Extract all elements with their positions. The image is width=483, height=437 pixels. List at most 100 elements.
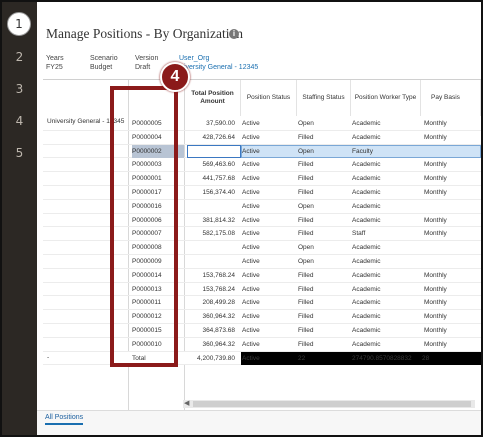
worker-type-cell[interactable]: Academic — [352, 131, 422, 145]
staffing-status-cell[interactable]: Filled — [298, 214, 348, 228]
table-row[interactable]: P0000001 441,757.68 Active Filled Academic Mo… — [43, 172, 481, 186]
total-amount-cell[interactable]: 569,463.60 — [185, 158, 237, 172]
total-amount-cell[interactable]: 156,374.40 — [185, 186, 237, 200]
table-row[interactable]: P0000014 153,768.24 Active Filled Academic Mo… — [43, 269, 481, 283]
staffing-status-cell[interactable]: Open — [298, 255, 348, 269]
staffing-status-cell[interactable]: Open — [298, 117, 348, 131]
staffing-status-cell[interactable]: Filled — [298, 186, 348, 200]
pay-basis-cell[interactable]: Monthly — [422, 131, 481, 145]
worker-type-cell[interactable]: Academic — [352, 338, 422, 352]
table-row[interactable]: P0000002 Active Open Faculty — [43, 144, 481, 159]
pay-basis-cell[interactable]: Monthly — [422, 186, 481, 200]
worker-type-cell[interactable]: Academic — [352, 296, 422, 310]
total-amount-cell[interactable]: 153,768.24 — [185, 269, 237, 283]
staffing-status-cell[interactable]: Filled — [298, 310, 348, 324]
staffing-status-cell[interactable]: Filled — [298, 269, 348, 283]
table-row[interactable]: P0000005 37,590.00 Active Open Academic Month… — [43, 117, 481, 131]
staffing-status-cell[interactable]: Open — [298, 145, 348, 159]
scroll-left-icon[interactable]: ◀ — [184, 399, 189, 407]
table-row[interactable]: P0000017 156,374.40 Active Filled Academic Mo… — [43, 186, 481, 200]
staffing-status-cell[interactable]: Filled — [298, 172, 348, 186]
total-amount-cell[interactable] — [185, 145, 237, 159]
pay-basis-cell[interactable]: Monthly — [422, 269, 481, 283]
position-status-cell[interactable]: Active — [242, 283, 294, 297]
table-row[interactable]: P0000003 569,463.60 Active Filled Academic Mo… — [43, 158, 481, 173]
table-row[interactable]: P0000010 360,964.32 Active Filled Academic Mo… — [43, 338, 481, 352]
staffing-status-cell[interactable]: Filled — [298, 283, 348, 297]
pay-basis-cell[interactable]: Monthly — [422, 310, 481, 324]
table-row[interactable]: P0000012 360,964.32 Active Filled Academic Mo… — [43, 310, 481, 324]
table-row[interactable]: P0000009 Active Open Academic — [43, 255, 481, 269]
position-status-cell[interactable]: Active — [242, 131, 294, 145]
pay-basis-cell[interactable]: Monthly — [422, 227, 481, 241]
step-5[interactable]: 5 — [2, 146, 37, 160]
worker-type-cell[interactable]: Academic — [352, 283, 422, 297]
pay-basis-cell[interactable]: Monthly — [422, 117, 481, 131]
total-amount-cell[interactable]: 360,964.32 — [185, 310, 237, 324]
total-amount-cell[interactable]: 364,873.68 — [185, 324, 237, 338]
staffing-status-cell[interactable]: Filled — [298, 227, 348, 241]
position-status-cell[interactable]: Active — [242, 145, 294, 159]
pay-basis-cell[interactable]: Monthly — [422, 338, 481, 352]
col-position-status[interactable]: Position Status — [241, 80, 297, 116]
worker-type-cell[interactable]: Academic — [352, 200, 422, 214]
staffing-status-cell[interactable]: Open — [298, 241, 348, 255]
staffing-status-cell[interactable]: Filled — [298, 338, 348, 352]
worker-type-cell[interactable]: Academic — [352, 214, 422, 228]
pov-scenario[interactable]: Scenario Budget — [90, 54, 118, 72]
staffing-status-cell[interactable]: Filled — [298, 296, 348, 310]
total-amount[interactable]: 4,200,739.80 — [185, 352, 237, 366]
col-staffing-status[interactable]: Staffing Status — [297, 80, 351, 116]
staffing-status-cell[interactable]: Filled — [298, 131, 348, 145]
total-amount-cell[interactable]: 441,757.68 — [185, 172, 237, 186]
position-status-cell[interactable]: Active — [242, 158, 294, 172]
total-amount-cell[interactable] — [185, 241, 237, 255]
position-status-cell[interactable]: Active — [242, 269, 294, 283]
position-status-cell[interactable]: Active — [242, 227, 294, 241]
position-status-cell[interactable]: Active — [242, 172, 294, 186]
pov-org[interactable]: User_Org University General - 12345 — [179, 54, 269, 72]
total-amount-cell[interactable] — [185, 255, 237, 269]
table-row[interactable]: P0000006 381,814.32 Active Filled Academic Mo… — [43, 214, 481, 228]
total-amount-cell[interactable]: 381,814.32 — [185, 214, 237, 228]
table-row[interactable]: P0000007 582,175.08 Active Filled Staff Month… — [43, 227, 481, 242]
horizontal-scrollbar[interactable]: ◀ — [183, 400, 475, 408]
position-status-cell[interactable]: Active — [242, 117, 294, 131]
col-pay-basis[interactable]: Pay Basis — [421, 80, 481, 116]
col-total-position-amount[interactable]: Total Position Amount — [185, 80, 241, 116]
total-amount-cell[interactable] — [185, 200, 237, 214]
worker-type-cell[interactable]: Academic — [352, 241, 422, 255]
pay-basis-cell[interactable]: Monthly — [422, 172, 481, 186]
worker-type-cell[interactable]: Academic — [352, 269, 422, 283]
tab-all-positions[interactable]: All Positions — [45, 414, 84, 425]
pay-basis-cell[interactable] — [422, 145, 481, 159]
pov-version[interactable]: Version Draft — [135, 54, 158, 72]
info-icon[interactable]: i — [229, 29, 239, 39]
staffing-status-cell[interactable]: Open — [298, 200, 348, 214]
total-amount-cell[interactable]: 582,175.08 — [185, 227, 237, 241]
step-3[interactable]: 3 — [2, 82, 37, 96]
position-status-cell[interactable]: Active — [242, 255, 294, 269]
staffing-status-cell[interactable]: Filled — [298, 324, 348, 338]
total-amount-cell[interactable]: 37,590.00 — [185, 117, 237, 131]
table-row[interactable]: P0000004 428,726.64 Active Filled Academic Mo… — [43, 131, 481, 145]
total-amount-cell[interactable]: 428,726.64 — [185, 131, 237, 145]
worker-type-cell[interactable]: Academic — [352, 310, 422, 324]
pay-basis-cell[interactable] — [422, 241, 481, 255]
position-status-cell[interactable]: Active — [242, 186, 294, 200]
worker-type-cell[interactable]: Academic — [352, 172, 422, 186]
position-status-cell[interactable]: Active — [242, 200, 294, 214]
pay-basis-cell[interactable] — [422, 255, 481, 269]
step-2[interactable]: 2 — [2, 50, 37, 64]
position-status-cell[interactable]: Active — [242, 324, 294, 338]
worker-type-cell[interactable]: Academic — [352, 117, 422, 131]
scrollbar-thumb[interactable] — [193, 401, 471, 407]
position-status-cell[interactable]: Active — [242, 338, 294, 352]
pov-years[interactable]: Years FY25 — [46, 54, 64, 72]
table-row[interactable]: P0000013 153,768.24 Active Filled Academic Mo… — [43, 283, 481, 297]
table-row[interactable]: P0000015 364,873.68 Active Filled Academic Mo… — [43, 324, 481, 338]
total-amount-cell[interactable]: 208,499.28 — [185, 296, 237, 310]
table-row[interactable]: P0000016 Active Open Academic — [43, 200, 481, 214]
pay-basis-cell[interactable]: Monthly — [422, 158, 481, 172]
pay-basis-cell[interactable]: Monthly — [422, 324, 481, 338]
